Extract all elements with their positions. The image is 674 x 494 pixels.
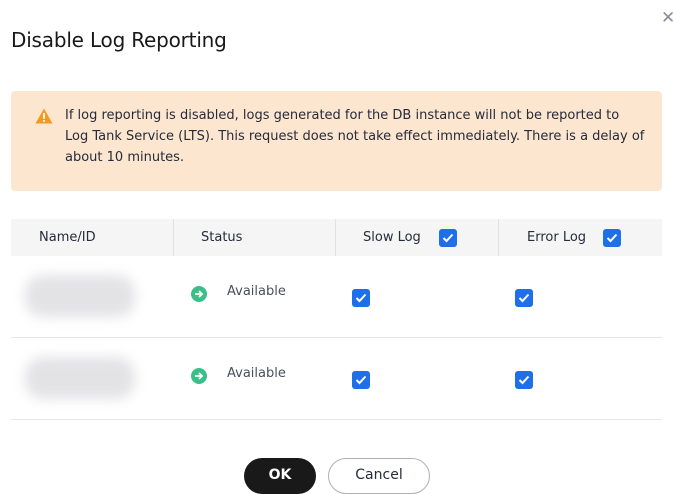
status-text: Available xyxy=(227,366,286,381)
column-header-error-log: Error Log xyxy=(527,230,587,245)
alert-message: If log reporting is disabled, logs gener… xyxy=(65,108,645,165)
redacted-instance-name xyxy=(25,357,135,399)
close-icon[interactable]: ✕ xyxy=(661,10,674,27)
redacted-instance-name xyxy=(25,275,135,317)
row-error-log-checkbox[interactable] xyxy=(515,289,533,307)
warning-alert: If log reporting is disabled, logs gener… xyxy=(11,91,662,191)
instance-table: Name/ID Status Slow Log Error Log Availa… xyxy=(11,219,662,420)
row-slow-log-checkbox[interactable] xyxy=(352,289,370,307)
slow-log-select-all-checkbox[interactable] xyxy=(439,229,457,247)
ok-button[interactable]: OK xyxy=(244,458,316,494)
status-available-icon xyxy=(191,286,207,302)
table-header: Name/ID Status Slow Log Error Log xyxy=(11,219,662,256)
table-row: Available xyxy=(11,338,662,420)
error-log-select-all-checkbox[interactable] xyxy=(603,229,621,247)
dialog-title: Disable Log Reporting xyxy=(11,28,227,52)
column-header-slow-log: Slow Log xyxy=(363,230,421,245)
cancel-button[interactable]: Cancel xyxy=(328,458,430,494)
table-row: Available xyxy=(11,256,662,338)
row-error-log-checkbox[interactable] xyxy=(515,371,533,389)
status-text: Available xyxy=(227,284,286,299)
row-slow-log-checkbox[interactable] xyxy=(352,371,370,389)
warning-icon xyxy=(35,108,53,124)
column-header-name-id: Name/ID xyxy=(39,230,96,245)
status-available-icon xyxy=(191,368,207,384)
column-header-status: Status xyxy=(201,230,243,245)
